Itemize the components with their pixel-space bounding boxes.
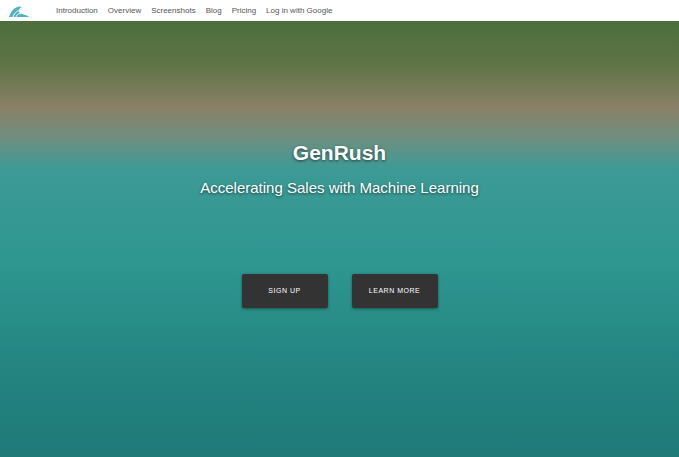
wave-logo-icon[interactable] — [8, 4, 30, 18]
hero-buttons: SIGN UP LEARN MORE — [242, 274, 438, 308]
hero-subtitle: Accelerating Sales with Machine Learning — [200, 178, 479, 198]
nav-link[interactable]: Overview — [108, 5, 141, 17]
nav-link[interactable]: Log in with Google — [266, 5, 332, 17]
hero: GenRush Accelerating Sales with Machine L… — [0, 21, 679, 457]
hero-button[interactable]: LEARN MORE — [352, 274, 438, 308]
nav-link[interactable]: Blog — [206, 5, 222, 17]
nav-link[interactable]: Introduction — [56, 5, 98, 17]
nav-link[interactable]: Screenshots — [151, 5, 195, 17]
hero-title: GenRush — [293, 140, 386, 166]
nav-link[interactable]: Pricing — [232, 5, 256, 17]
nav-links: Introduction Overview Screenshots Blog Prici… — [56, 5, 332, 17]
landing-page: Introduction Overview Screenshots Blog Prici… — [0, 0, 679, 457]
top-nav: Introduction Overview Screenshots Blog Prici… — [0, 0, 679, 21]
hero-button[interactable]: SIGN UP — [242, 274, 328, 308]
